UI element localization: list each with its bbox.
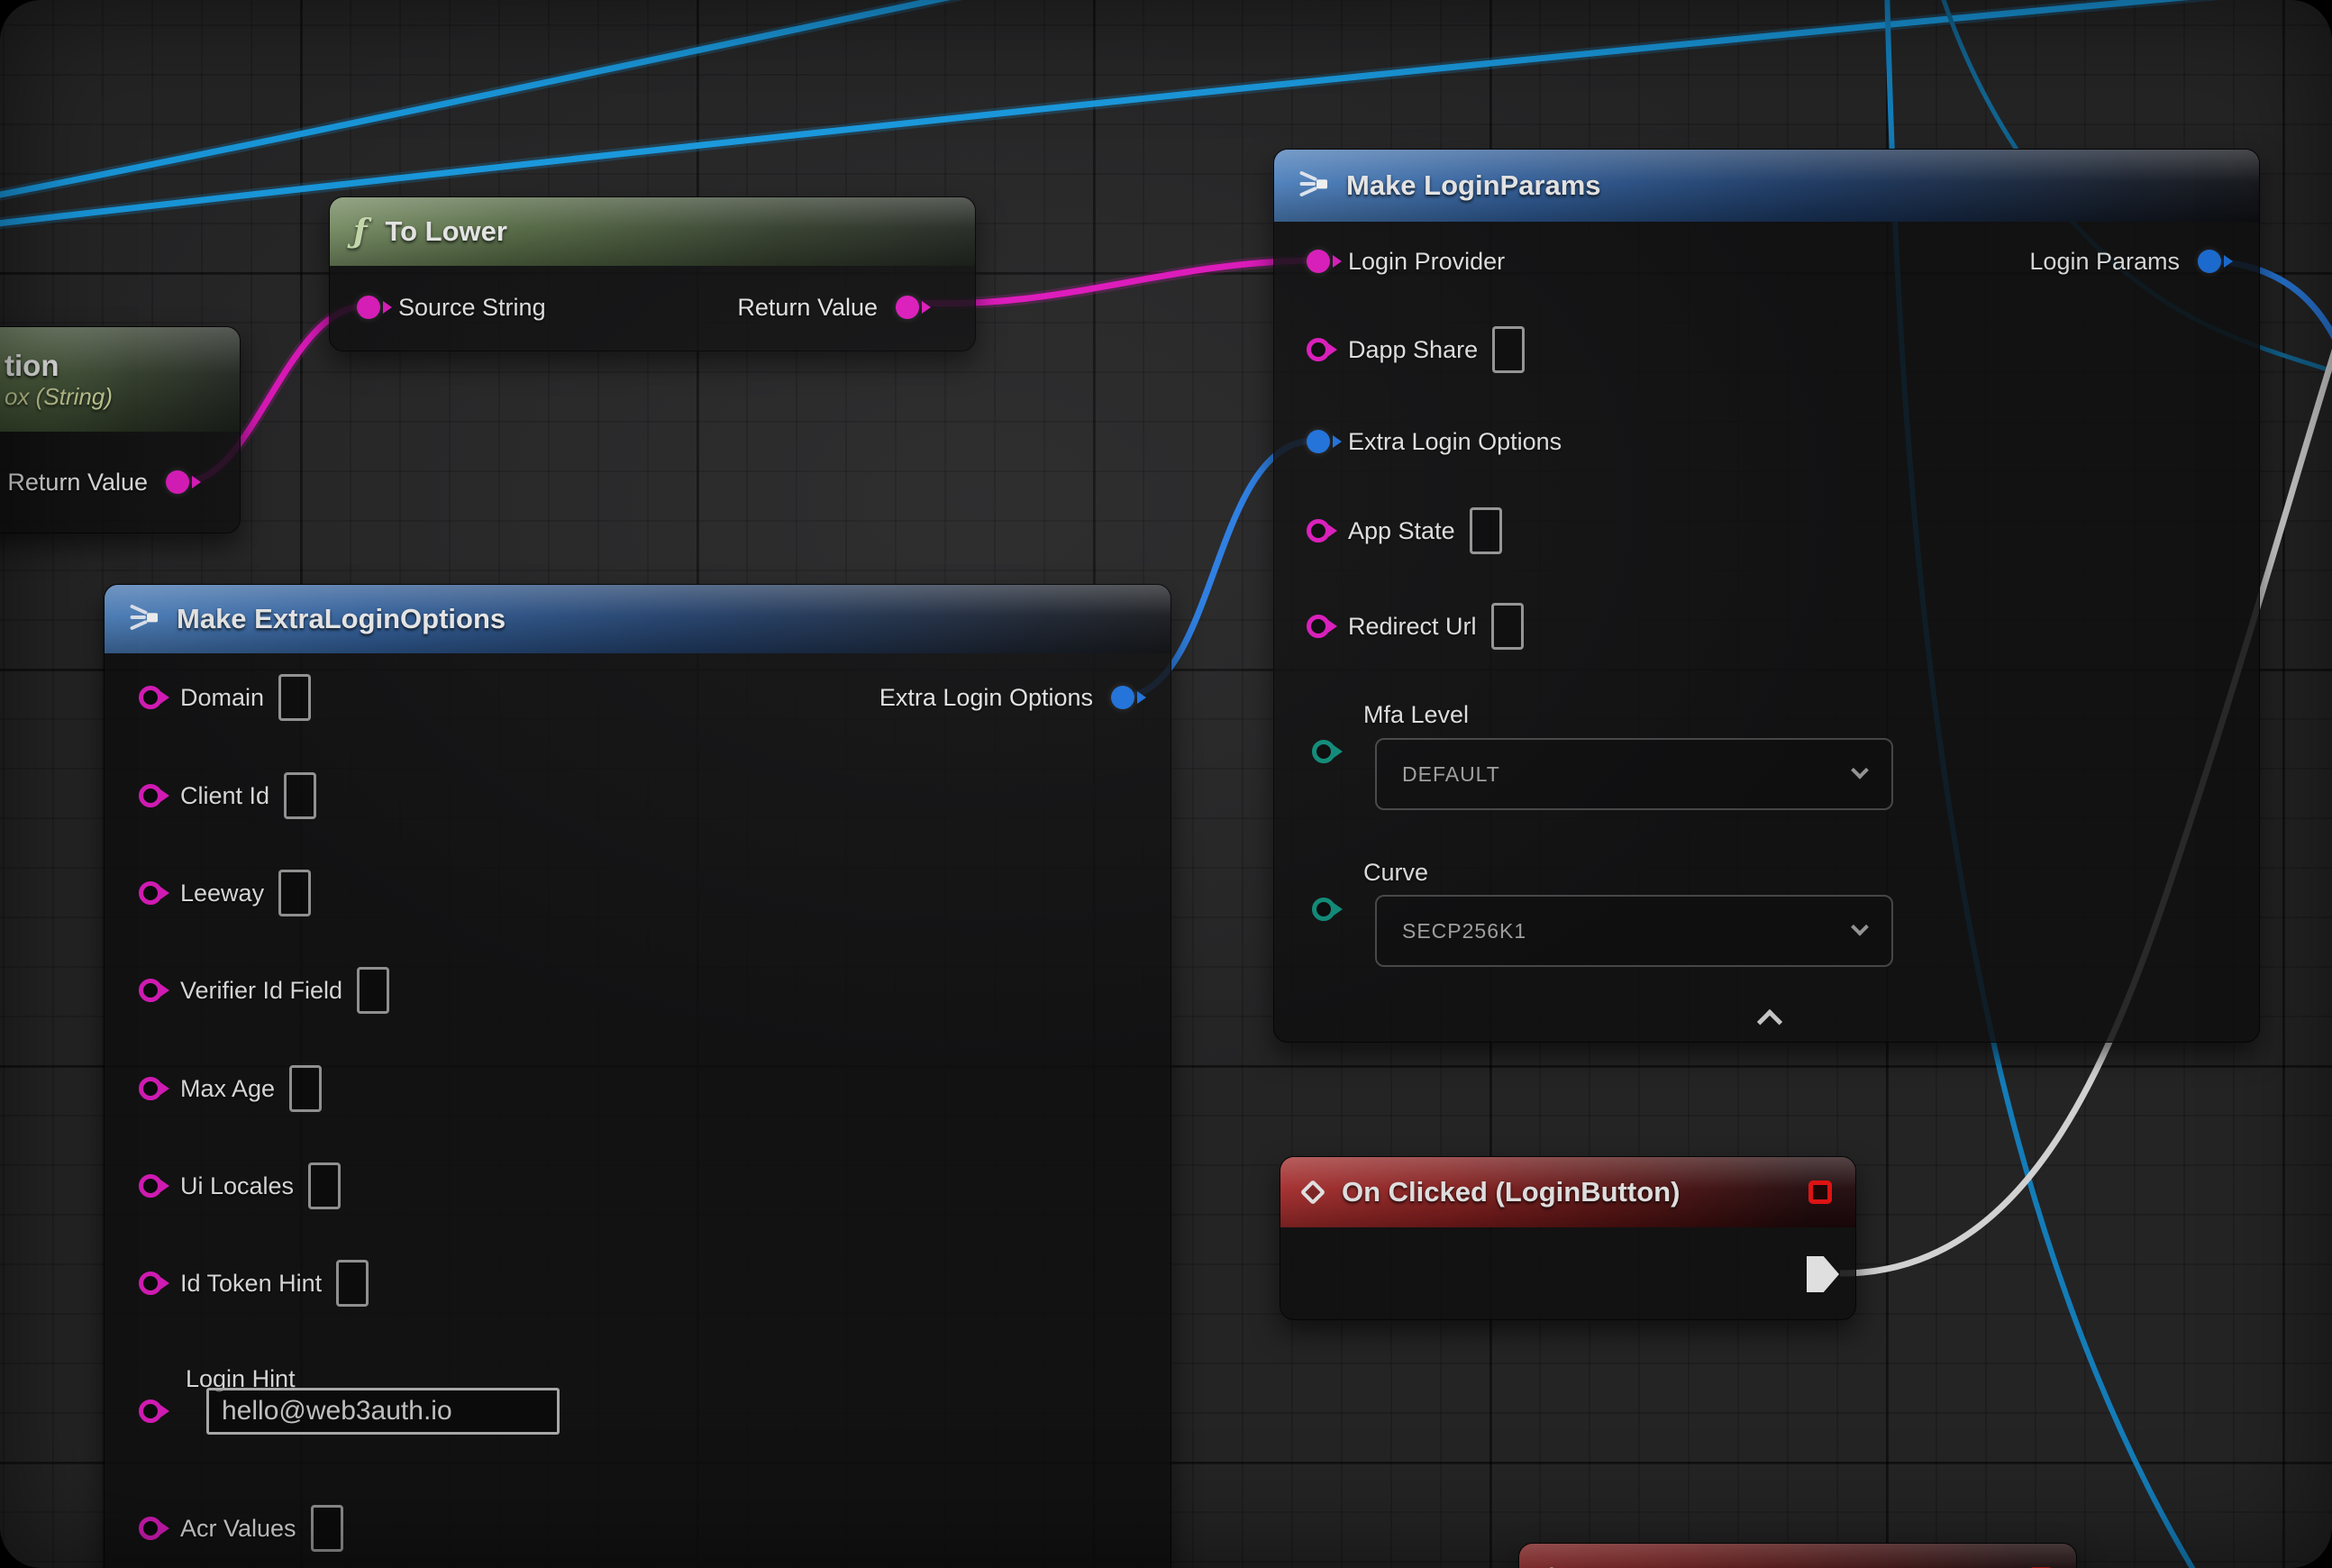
node-partial-function-header[interactable]: tion ox (String) xyxy=(0,327,240,432)
id-token-hint-value-box[interactable] xyxy=(336,1260,369,1307)
exec-output-pin[interactable] xyxy=(1807,1256,1839,1292)
pin-label-ui-locales: Ui Locales xyxy=(180,1172,294,1200)
pin-label-extra-login-options-out: Extra Login Options xyxy=(879,684,1093,712)
node-to-lower[interactable]: ƒ To Lower Source String Return Value xyxy=(329,196,976,351)
node-make-extra-login-options[interactable]: Make ExtraLoginOptions Extra Login Optio… xyxy=(104,584,1171,1568)
node-melo-header[interactable]: Make ExtraLoginOptions xyxy=(105,585,1171,653)
mfa-level-value: DEFAULT xyxy=(1402,762,1500,787)
pin-label-client-id: Client Id xyxy=(180,782,269,810)
pin-label-verifier-id-field: Verifier Id Field xyxy=(180,977,342,1005)
pin-login-provider[interactable] xyxy=(1307,250,1330,273)
node-title: Make ExtraLoginOptions xyxy=(177,603,506,635)
pin-label-redirect-url: Redirect Url xyxy=(1348,613,1477,641)
pin-return-value-output[interactable] xyxy=(896,296,919,319)
pin-verifier-id-field[interactable] xyxy=(139,979,162,1002)
node-ocl-header[interactable]: On Clicked (LoginButton) xyxy=(1280,1157,1855,1227)
node-title: On Clicked (LogoutButton) xyxy=(1580,1564,1915,1568)
pin-domain[interactable] xyxy=(139,686,162,709)
ui-locales-value-box[interactable] xyxy=(308,1162,341,1209)
pin-ui-locales[interactable] xyxy=(139,1174,162,1198)
node-oclo-header[interactable]: On Clicked (LogoutButton) xyxy=(1519,1544,2076,1568)
pin-return-value-output[interactable] xyxy=(166,470,189,494)
pin-label-source-string: Source String xyxy=(398,294,546,322)
pin-label-return-value: Return Value xyxy=(737,294,878,322)
pin-label-id-token-hint: Id Token Hint xyxy=(180,1270,322,1298)
pin-redirect-url[interactable] xyxy=(1307,615,1330,638)
domain-value-box[interactable] xyxy=(278,674,311,721)
acr-values-value-box[interactable] xyxy=(311,1505,343,1552)
node-title-fragment: tion xyxy=(5,349,59,383)
pin-app-state[interactable] xyxy=(1307,519,1330,542)
login-hint-input[interactable]: hello@web3auth.io xyxy=(206,1388,560,1435)
mfa-level-dropdown[interactable]: DEFAULT xyxy=(1375,738,1893,810)
pin-label-app-state: App State xyxy=(1348,517,1455,545)
pin-login-params-output[interactable] xyxy=(2198,250,2221,273)
node-on-clicked-logout-button[interactable]: On Clicked (LogoutButton) xyxy=(1518,1543,2077,1568)
dapp-share-value-box[interactable] xyxy=(1492,326,1525,373)
node-mlp-header[interactable]: Make LoginParams xyxy=(1274,150,2259,222)
pin-label-extra-login-options: Extra Login Options xyxy=(1348,428,1562,456)
leeway-value-box[interactable] xyxy=(278,870,311,916)
pin-label-domain: Domain xyxy=(180,684,264,712)
node-subtitle-fragment: ox (String) xyxy=(5,383,113,411)
function-icon: ƒ xyxy=(353,213,368,251)
curve-value: SECP256K1 xyxy=(1402,919,1526,944)
chevron-down-icon xyxy=(1851,918,1869,936)
pin-label-dapp-share: Dapp Share xyxy=(1348,336,1478,364)
pin-id-token-hint[interactable] xyxy=(139,1272,162,1295)
pin-client-id[interactable] xyxy=(139,784,162,807)
redirect-url-value-box[interactable] xyxy=(1491,603,1524,650)
node-make-login-params[interactable]: Make LoginParams Login Provider Login Pa… xyxy=(1273,149,2260,1043)
node-to-lower-header[interactable]: ƒ To Lower xyxy=(330,197,975,266)
node-title: To Lower xyxy=(386,215,507,248)
make-struct-icon xyxy=(1298,168,1330,205)
collapse-node-chevron-icon[interactable] xyxy=(1757,1009,1782,1035)
pin-label-return-value: Return Value xyxy=(7,469,148,497)
pin-leeway[interactable] xyxy=(139,881,162,905)
pin-label-mfa-level: Mfa Level xyxy=(1363,701,1469,729)
pin-dapp-share[interactable] xyxy=(1307,338,1330,361)
client-id-value-box[interactable] xyxy=(284,772,316,819)
pin-mfa-level[interactable] xyxy=(1312,740,1335,763)
pin-label-login-params-out: Login Params xyxy=(2029,248,2180,276)
pin-label-login-provider: Login Provider xyxy=(1348,248,1505,276)
make-struct-icon xyxy=(128,601,160,638)
node-title: On Clicked (LoginButton) xyxy=(1342,1176,1680,1208)
pin-label-max-age: Max Age xyxy=(180,1075,275,1103)
chevron-down-icon xyxy=(1851,761,1869,779)
pin-label-curve: Curve xyxy=(1363,859,1428,887)
app-state-value-box[interactable] xyxy=(1470,507,1502,554)
pin-acr-values[interactable] xyxy=(139,1517,162,1540)
pin-source-string[interactable] xyxy=(357,296,380,319)
pin-max-age[interactable] xyxy=(139,1077,162,1100)
node-partial-function[interactable]: tion ox (String) Return Value xyxy=(0,326,241,533)
pin-label-acr-values: Acr Values xyxy=(180,1515,296,1543)
max-age-value-box[interactable] xyxy=(289,1065,322,1112)
pin-label-leeway: Leeway xyxy=(180,880,264,907)
event-diamond-icon xyxy=(1300,1180,1325,1205)
node-on-clicked-login-button[interactable]: On Clicked (LoginButton) xyxy=(1280,1156,1856,1320)
pin-login-hint[interactable] xyxy=(139,1399,162,1423)
blueprint-canvas[interactable]: tion ox (String) Return Value ƒ To Lower… xyxy=(0,0,2332,1568)
pin-curve[interactable] xyxy=(1312,898,1335,921)
pin-extra-login-options-output[interactable] xyxy=(1111,686,1134,709)
pin-extra-login-options-input[interactable] xyxy=(1307,430,1330,453)
delegate-pin-icon[interactable] xyxy=(1808,1181,1832,1204)
verifier-id-field-value-box[interactable] xyxy=(357,967,389,1014)
curve-dropdown[interactable]: SECP256K1 xyxy=(1375,895,1893,967)
node-title: Make LoginParams xyxy=(1346,169,1601,202)
